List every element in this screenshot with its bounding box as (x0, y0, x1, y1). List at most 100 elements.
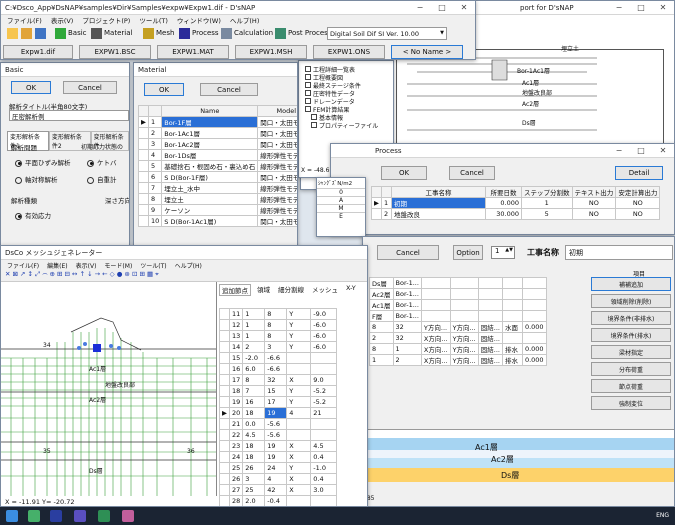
side-button-6[interactable]: 節点荷重 (591, 379, 671, 393)
table-row[interactable]: 13 1 8 Y -6.0 (219, 330, 338, 342)
table-cell[interactable]: 27 (228, 484, 244, 496)
table-cell[interactable]: 15 (228, 352, 244, 364)
table-row[interactable]: 16 6.0 -6.6 (219, 363, 338, 375)
radio-initial-b[interactable]: 自重計 (87, 174, 117, 184)
table-row[interactable]: ▶ 20 18 19 4 21 (219, 407, 338, 419)
table-row[interactable]: 28 2.0 -0.4 (219, 495, 338, 506)
table-cell[interactable]: 17 (264, 396, 288, 408)
table-cell[interactable]: 3.0 (310, 484, 338, 496)
open-icon[interactable] (21, 28, 32, 39)
table-row[interactable]: 24 18 19 X 0.4 (219, 451, 338, 463)
maximize-icon[interactable]: □ (630, 146, 652, 155)
side-button-5[interactable]: 分布荷重 (591, 362, 671, 376)
table-cell[interactable]: 2.0 (242, 495, 266, 506)
edit-cancel-button[interactable]: Cancel (377, 245, 439, 260)
table-cell[interactable]: -6.6 (264, 363, 288, 375)
table-row[interactable]: 15 -2.0 -6.6 (219, 352, 338, 364)
menu-window[interactable]: ウィンドウ(W) (177, 15, 221, 25)
table-cell[interactable]: -5.2 (310, 385, 338, 397)
close-icon[interactable]: ✕ (652, 3, 674, 12)
material-ok-button[interactable]: OK (144, 83, 184, 96)
table-cell[interactable]: 1 (242, 330, 266, 342)
table-cell[interactable]: 16 (228, 363, 244, 375)
table-cell[interactable]: -1.0 (310, 462, 338, 474)
material-icon[interactable] (91, 28, 102, 39)
table-cell[interactable]: 4.5 (310, 440, 338, 452)
table-cell[interactable]: 24 (228, 451, 244, 463)
table-cell[interactable]: 8 (242, 374, 266, 386)
table-cell[interactable]: 18 (228, 385, 244, 397)
table-cell[interactable]: 8 (264, 308, 288, 320)
table-cell[interactable]: Y (286, 385, 312, 397)
minimize-icon[interactable]: − (409, 3, 431, 12)
table-cell[interactable]: 9.0 (310, 374, 338, 386)
table-cell[interactable]: 20 (228, 407, 244, 419)
basic-button[interactable]: Basic (68, 29, 87, 37)
table-row[interactable]: 14 2 3 Y -6.0 (219, 341, 338, 353)
basic-title-input[interactable]: 圧密解析例 (9, 110, 129, 121)
file-tab-mat[interactable]: EXPW1.MAT (157, 45, 229, 59)
step-spinner[interactable]: 1 ▲▼ (491, 246, 515, 259)
table-cell[interactable]: 13 (228, 330, 244, 342)
table-cell[interactable]: X (286, 440, 312, 452)
table-row[interactable]: Ac2層 Bor-1... (369, 288, 547, 300)
table-cell[interactable]: 1 (242, 319, 266, 331)
process-icon[interactable] (179, 28, 190, 39)
menu-tool[interactable]: ツール(T) (139, 15, 168, 25)
mesh-tool-icons[interactable]: ✕ ⊠ ↗ ↕ ⤢ ⌒ ⊕ ⊞ ⊟ ↔ ↑ ↓ → ← ◇ ● ⊛ ⊡ ⊞ ▦ … (5, 270, 159, 278)
table-cell[interactable]: 19 (264, 440, 288, 452)
file-tab-none[interactable]: < No Name > (391, 45, 463, 59)
table-cell[interactable] (286, 495, 312, 506)
save-icon[interactable] (35, 28, 46, 39)
mesh-icon[interactable] (143, 28, 154, 39)
table-row[interactable]: 2 地盤改良 30.000 5 NO NO (371, 208, 661, 220)
app-icon-2[interactable] (50, 510, 62, 522)
tab-xy[interactable]: X-Y (344, 284, 358, 296)
version-select[interactable]: Digital Soil Dif SI Ver. 10.00 ▼ (327, 27, 447, 40)
table-cell[interactable]: 4 (264, 473, 288, 485)
tree-item[interactable]: ドレーンデータ (305, 97, 378, 106)
radio-plane-strain[interactable]: 平面ひずみ解析 (15, 157, 71, 167)
table-cell[interactable] (310, 495, 338, 506)
table-cell[interactable]: 28 (228, 495, 244, 506)
mesh-button[interactable]: Mesh (156, 29, 174, 37)
table-cell[interactable]: 19 (264, 451, 288, 463)
table-row[interactable]: 2 32 X方向... Y方向... 固結... (369, 332, 547, 344)
table-cell[interactable]: Y (286, 330, 312, 342)
table-cell[interactable]: 22 (228, 429, 244, 441)
tree-item[interactable]: 最終ステージ条件 (305, 81, 378, 90)
basic-cancel-button[interactable]: Cancel (63, 81, 117, 94)
radio-initial-a[interactable]: ケトバ (87, 157, 117, 167)
table-cell[interactable]: -6.0 (310, 319, 338, 331)
radio-effective[interactable]: 有効応力 (15, 210, 51, 220)
table-cell[interactable] (310, 352, 338, 364)
table-row[interactable]: 19 16 17 Y -5.2 (219, 396, 338, 408)
table-cell[interactable]: 21 (228, 418, 244, 430)
table-row[interactable]: 8 32 Y方向... Y方向... 固結... 水面 0.000 (369, 321, 547, 333)
table-cell[interactable]: 8 (264, 330, 288, 342)
process-cancel-button[interactable]: Cancel (449, 166, 495, 180)
table-cell[interactable]: 23 (228, 440, 244, 452)
maximize-icon[interactable]: □ (630, 3, 652, 12)
table-row[interactable]: 23 18 19 X 4.5 (219, 440, 338, 452)
side-button-0[interactable]: 補補追加 (591, 277, 671, 291)
tree-item[interactable]: 基本情報 (305, 113, 378, 122)
table-cell[interactable]: 25 (242, 484, 266, 496)
table-cell[interactable]: -6.0 (310, 341, 338, 353)
table-row[interactable]: 3Bor-1Ac2層関口・太田モデル (138, 138, 297, 150)
table-cell[interactable] (310, 363, 338, 375)
table-cell[interactable]: 32 (264, 374, 288, 386)
post-icon[interactable] (275, 28, 286, 39)
table-cell[interactable]: 1 (242, 308, 266, 320)
tree-item[interactable]: 圧密特性データ (305, 89, 378, 98)
process-detail-button[interactable]: Detail (615, 166, 663, 180)
tab-region[interactable]: 領域 (255, 284, 272, 296)
table-cell[interactable]: -5.6 (264, 429, 288, 441)
table-cell[interactable]: 6.0 (242, 363, 266, 375)
side-button-2[interactable]: 境界条件(非排水) (591, 311, 671, 325)
table-cell[interactable]: X (286, 484, 312, 496)
table-cell[interactable]: X (286, 473, 312, 485)
mesh-menu-tool[interactable]: ツール(T) (140, 261, 166, 270)
table-cell[interactable]: 0.4 (310, 451, 338, 463)
minimize-icon[interactable]: − (608, 146, 630, 155)
